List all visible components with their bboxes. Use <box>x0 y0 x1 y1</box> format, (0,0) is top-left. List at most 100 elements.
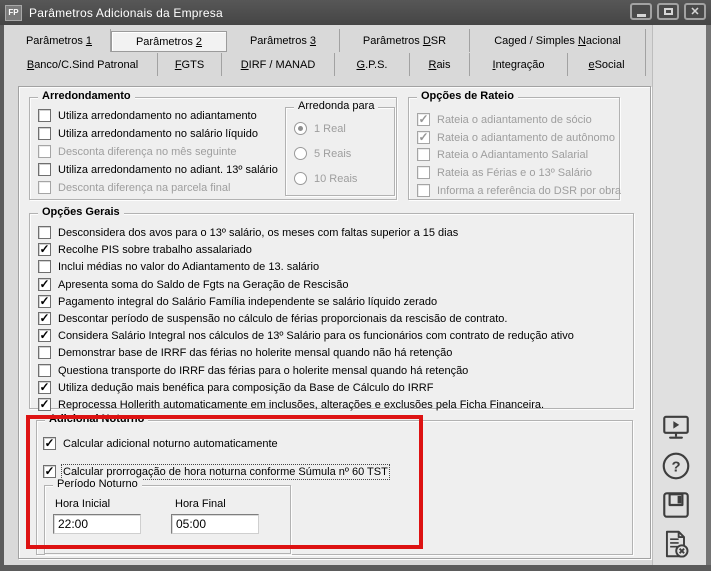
tab-caged-simples-nacional[interactable]: Caged / Simples Nacional <box>470 29 645 52</box>
close-button[interactable] <box>684 3 706 20</box>
maximize-button[interactable] <box>657 3 679 20</box>
checkbox-rateia-adiant-salarial: Rateia o Adiantamento Salarial <box>417 147 588 162</box>
radio-icon <box>294 172 307 185</box>
window-border-right <box>706 25 711 571</box>
question-mark-icon: ? <box>660 450 692 482</box>
tab-label: DIRF / MANAD <box>241 59 316 71</box>
checkbox-questiona-transporte-irrf[interactable]: Questiona transporte do IRRF das férias … <box>38 363 468 378</box>
tab-esocial[interactable]: eSocial <box>568 53 645 76</box>
tab-integracao[interactable]: Integração <box>470 53 568 76</box>
checkbox-descontar-suspensao-ferias[interactable]: Descontar período de suspensão no cálcul… <box>38 311 507 326</box>
group-arredondamento: Arredondamento Utiliza arredondamento no… <box>29 97 397 200</box>
checkbox-considera-salario-integral[interactable]: Considera Salário Integral nos cálculos … <box>38 328 574 343</box>
checkbox-calcular-adicional-noturno[interactable]: Calcular adicional noturno automaticamen… <box>43 436 278 451</box>
group-opcoes-gerais: Opções Gerais Desconsidera dos avos para… <box>29 213 634 409</box>
minimize-icon <box>637 14 646 17</box>
hora-final-label: Hora Final <box>175 498 226 510</box>
maximize-icon <box>664 8 673 15</box>
checkbox-demonstrar-base-irrf[interactable]: Demonstrar base de IRRF das férias no ho… <box>38 345 452 360</box>
checkbox-icon <box>38 381 51 394</box>
floppy-disk-icon <box>660 489 692 521</box>
tab-label: Parâmetros 2 <box>136 36 202 48</box>
checkbox-icon <box>417 184 430 197</box>
tab-label: FGTS <box>175 59 204 71</box>
checkbox-rateia-adiant-socio: Rateia o adiantamento de sócio <box>417 112 592 127</box>
checkbox-icon <box>38 181 51 194</box>
checkbox-icon <box>417 131 430 144</box>
checkbox-desconta-parcela-final: Desconta diferença na parcela final <box>38 180 230 195</box>
checkbox-arred-adiantamento[interactable]: Utiliza arredondamento no adiantamento <box>38 108 257 123</box>
checkbox-icon <box>43 465 56 478</box>
checkbox-icon <box>38 278 51 291</box>
checkbox-inclui-medias-adiant-13[interactable]: Inclui médias no valor do Adiantamento d… <box>38 259 319 274</box>
checkbox-icon <box>38 163 51 176</box>
tab-rais[interactable]: Rais <box>410 53 470 76</box>
tab-parametros-dsr[interactable]: Parâmetros DSR <box>340 29 470 52</box>
radio-5-reais: 5 Reais <box>294 146 351 161</box>
checkbox-icon <box>417 166 430 179</box>
checkbox-icon <box>38 346 51 359</box>
checkbox-deducao-benefica-irrf[interactable]: Utiliza dedução mais benéfica para compo… <box>38 380 433 395</box>
dialog-parametros-adicionais: FP Parâmetros Adicionais da Empresa Parâ… <box>0 0 711 571</box>
content-panel: Arredondamento Utiliza arredondamento no… <box>18 86 651 559</box>
tab-gps[interactable]: G.P.S. <box>335 53 410 76</box>
checkbox-informa-dsr-obra: Informa a referência do DSR por obra <box>417 183 621 198</box>
tab-row-1: Parâmetros 1 Parâmetros 2 Parâmetros 3 P… <box>8 29 645 52</box>
tab-fgts[interactable]: FGTS <box>158 53 222 76</box>
hora-inicial-input[interactable] <box>53 514 141 534</box>
group-title: Opções Gerais <box>38 206 124 218</box>
video-help-button[interactable] <box>657 408 695 446</box>
group-adicional-noturno: Adicional Noturno Calcular adicional not… <box>36 420 633 555</box>
group-opcoes-rateio: Opções de Rateio Rateia o adiantamento d… <box>408 97 620 200</box>
tab-label: eSocial <box>588 59 624 71</box>
tab-label: G.P.S. <box>357 59 388 71</box>
tab-label: Parâmetros DSR <box>363 35 446 47</box>
hora-final-input[interactable] <box>171 514 259 534</box>
checkbox-icon <box>38 226 51 239</box>
tab-dirf-manad[interactable]: DIRF / MANAD <box>222 53 335 76</box>
checkbox-icon <box>38 127 51 140</box>
tab-parametros-2[interactable]: Parâmetros 2 <box>111 31 227 52</box>
checkbox-pagamento-salario-familia[interactable]: Pagamento integral do Salário Família in… <box>38 294 437 309</box>
save-button[interactable] <box>657 486 695 524</box>
radio-10-reais: 10 Reais <box>294 171 357 186</box>
checkbox-icon <box>43 437 56 450</box>
checkbox-icon <box>38 329 51 342</box>
checkbox-icon <box>38 243 51 256</box>
checkbox-icon <box>38 109 51 122</box>
tab-label: Parâmetros 1 <box>26 35 92 47</box>
tab-label: Rais <box>428 59 450 71</box>
checkbox-apresenta-saldo-fgts[interactable]: Apresenta soma do Saldo de Fgts na Geraç… <box>38 277 348 292</box>
group-arredonda-para: Arredonda para 1 Real 5 Reais 10 Reais <box>285 107 395 196</box>
tab-banco-csind-patronal[interactable]: Banco/C.Sind Patronal <box>8 53 158 76</box>
app-icon: FP <box>5 5 22 21</box>
group-title: Arredondamento <box>38 90 135 102</box>
checkbox-rateia-adiant-autonomo: Rateia o adiantamento de autônomo <box>417 130 615 145</box>
checkbox-reprocessa-hollerith[interactable]: Reprocessa Hollerith automaticamente em … <box>38 397 544 412</box>
titlebar[interactable]: FP Parâmetros Adicionais da Empresa <box>0 0 711 25</box>
help-button[interactable]: ? <box>657 447 695 485</box>
checkbox-recolhe-pis[interactable]: Recolhe PIS sobre trabalho assalariado <box>38 242 252 257</box>
checkbox-icon <box>38 398 51 411</box>
checkbox-rateia-ferias-13: Rateia as Férias e o 13º Salário <box>417 165 592 180</box>
minimize-button[interactable] <box>630 3 652 20</box>
monitor-play-icon <box>660 411 692 443</box>
checkbox-arred-adiant-13[interactable]: Utiliza arredondamento no adiant. 13º sa… <box>38 162 278 177</box>
tab-parametros-3[interactable]: Parâmetros 3 <box>227 29 340 52</box>
checkbox-arred-salario-liquido[interactable]: Utiliza arredondamento no salário líquid… <box>38 126 258 141</box>
tab-parametros-1[interactable]: Parâmetros 1 <box>8 29 111 52</box>
checkbox-desconsidera-avos-13[interactable]: Desconsidera dos avos para o 13º salário… <box>38 225 458 240</box>
cancel-button[interactable] <box>657 525 695 563</box>
tab-label: Integração <box>493 59 545 71</box>
window-border-left <box>0 25 4 571</box>
group-title: Arredonda para <box>294 100 378 112</box>
document-cancel-icon <box>660 528 692 560</box>
checkbox-icon <box>38 312 51 325</box>
group-title: Opções de Rateio <box>417 90 518 102</box>
tab-label: Banco/C.Sind Patronal <box>27 59 138 71</box>
group-periodo-noturno: Período Noturno Hora Inicial Hora Final <box>44 485 291 554</box>
checkbox-calcular-prorrogacao-sumula-60[interactable]: Calcular prorrogação de hora noturna con… <box>43 464 388 479</box>
checkbox-icon <box>38 145 51 158</box>
checkbox-icon <box>38 260 51 273</box>
checkbox-icon <box>38 364 51 377</box>
